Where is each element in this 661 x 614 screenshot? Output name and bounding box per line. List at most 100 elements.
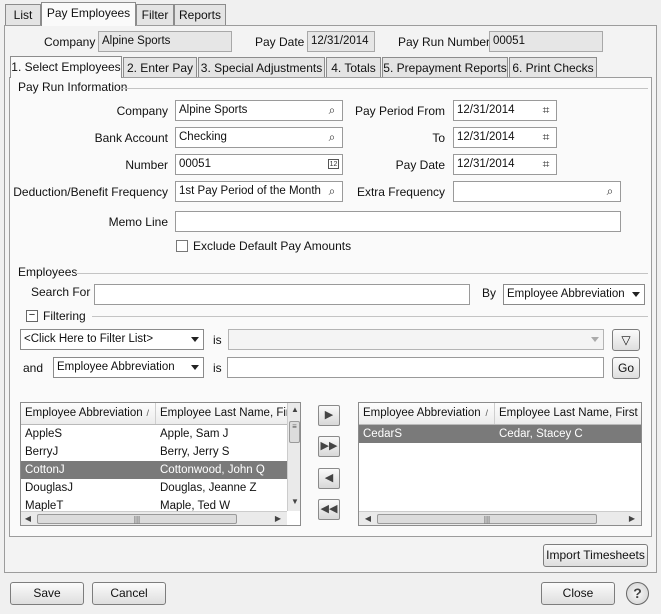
scroll-thumb[interactable]: ||| — [37, 514, 237, 524]
add-all-employees-button[interactable]: ▶▶ — [318, 436, 340, 457]
memo-field[interactable] — [175, 211, 621, 232]
horizontal-scrollbar[interactable]: ◀ ||| ▶ — [21, 511, 287, 525]
memo-label: Memo Line — [108, 215, 168, 229]
tab-list[interactable]: List — [5, 4, 41, 26]
scroll-left-icon[interactable]: ◀ — [21, 512, 35, 525]
number-value: 00051 — [179, 158, 211, 170]
pay-period-from-field[interactable]: 12/31/2014 ⌗ — [453, 100, 557, 121]
step-tab-totals[interactable]: 4. Totals — [326, 57, 381, 77]
add-employee-button[interactable]: ▶ — [318, 405, 340, 426]
tab-pay-employees[interactable]: Pay Employees — [41, 2, 136, 26]
cell-abbrev: BerryJ — [25, 446, 59, 458]
search-by-select[interactable]: Employee Abbreviation — [503, 284, 645, 305]
double-arrow-right-icon: ▶▶ — [320, 440, 338, 452]
funnel-icon: ▽ — [621, 333, 631, 347]
collapse-toggle-icon[interactable]: − — [26, 310, 38, 322]
column-header-abbrev-text: Employee Abbreviation — [25, 407, 143, 419]
filter-value-select[interactable] — [228, 329, 604, 350]
chevron-down-icon — [191, 365, 199, 370]
bank-account-field[interactable]: Checking ⌕ — [175, 127, 343, 148]
frequency-label: Deduction/Benefit Frequency — [13, 185, 168, 199]
table-row-selected[interactable]: CottonJ Cottonwood, John Q — [21, 461, 287, 479]
chevron-down-icon — [191, 337, 199, 342]
exclude-default-checkbox[interactable] — [176, 240, 188, 252]
column-header-abbrev[interactable]: Employee Abbreviation / — [21, 403, 156, 424]
go-button[interactable]: Go — [612, 357, 640, 379]
calendar-icon[interactable]: ⌗ — [539, 103, 553, 117]
pay-date-field[interactable]: 12/31/2014 ⌗ — [453, 154, 557, 175]
and-label: and — [23, 361, 44, 375]
step-tab-print-checks[interactable]: 6. Print Checks — [509, 57, 597, 77]
filter2-field-select[interactable]: Employee Abbreviation — [53, 357, 204, 378]
header-company-field: Alpine Sports — [98, 31, 232, 52]
arrow-right-icon: ▶ — [324, 409, 334, 421]
scroll-thumb[interactable]: ||| — [377, 514, 597, 524]
double-arrow-left-icon: ◀◀ — [320, 503, 338, 515]
selected-employees-grid[interactable]: Employee Abbreviation / Employee Last Na… — [358, 402, 642, 526]
filter-field-select[interactable]: <Click Here to Filter List> — [20, 329, 204, 350]
filter-field-value: <Click Here to Filter List> — [24, 333, 154, 345]
filter2-value-input[interactable] — [227, 357, 604, 378]
scroll-left-icon[interactable]: ◀ — [361, 512, 375, 525]
frequency-value: 1st Pay Period of the Month — [179, 185, 321, 197]
scroll-right-icon[interactable]: ▶ — [271, 512, 285, 525]
number-field[interactable]: 00051 12 — [175, 154, 343, 175]
search-by-value: Employee Abbreviation — [507, 288, 625, 300]
save-button[interactable]: Save — [10, 582, 84, 605]
table-row[interactable]: BerryJ Berry, Jerry S — [21, 443, 287, 461]
chevron-down-icon — [632, 292, 640, 297]
tab-filter[interactable]: Filter — [136, 4, 174, 26]
close-button[interactable]: Close — [541, 582, 615, 605]
table-row-selected[interactable]: CedarS Cedar, Stacey C — [359, 425, 641, 443]
company-field[interactable]: Alpine Sports ⌕ — [175, 100, 343, 121]
search-icon[interactable]: ⌕ — [325, 130, 339, 144]
header-pay-date-label: Pay Date — [255, 35, 305, 49]
company-value: Alpine Sports — [179, 104, 248, 116]
step-tab-prepayment-reports[interactable]: 5. Prepayment Reports — [382, 57, 508, 77]
search-icon[interactable]: ⌕ — [325, 103, 339, 117]
vertical-scrollbar[interactable]: ▲ ≡ ▼ — [287, 403, 300, 511]
horizontal-scrollbar[interactable]: ◀ ||| ▶ — [359, 511, 641, 525]
filtering-divider — [92, 316, 648, 317]
search-for-label: Search For — [31, 285, 91, 299]
calendar-icon[interactable]: 12 — [328, 159, 339, 169]
filter-funnel-button[interactable]: ▽ — [612, 329, 640, 351]
to-date-field[interactable]: 12/31/2014 ⌗ — [453, 127, 557, 148]
import-timesheets-button[interactable]: Import Timesheets — [543, 544, 648, 567]
search-input[interactable] — [94, 284, 470, 305]
tab-reports[interactable]: Reports — [174, 4, 226, 26]
column-header-abbrev[interactable]: Employee Abbreviation / — [359, 403, 495, 424]
cancel-button[interactable]: Cancel — [92, 582, 166, 605]
scroll-up-icon[interactable]: ▲ — [288, 403, 300, 417]
available-employees-grid[interactable]: Employee Abbreviation / Employee Last Na… — [20, 402, 301, 526]
calendar-icon[interactable]: ⌗ — [539, 157, 553, 171]
sort-icon: / — [146, 408, 149, 418]
table-row[interactable]: AppleS Apple, Sam J — [21, 425, 287, 443]
arrow-left-icon: ◀ — [324, 472, 334, 484]
remove-all-employees-button[interactable]: ◀◀ — [318, 499, 340, 520]
cell-name: Apple, Sam J — [160, 428, 229, 440]
help-icon[interactable]: ? — [626, 582, 649, 605]
header-pay-date-field: 12/31/2014 — [307, 31, 375, 52]
search-icon[interactable]: ⌕ — [603, 184, 617, 198]
scroll-down-icon[interactable]: ▼ — [288, 495, 300, 509]
calendar-icon[interactable]: ⌗ — [539, 130, 553, 144]
column-header-last-name[interactable]: Employee Last Name, First Name — [495, 403, 641, 424]
pay-period-from-label: Pay Period From — [354, 104, 445, 118]
scroll-right-icon[interactable]: ▶ — [625, 512, 639, 525]
cell-name: Cedar, Stacey C — [499, 428, 583, 440]
step-tab-select-employees[interactable]: 1. Select Employees — [10, 56, 122, 78]
search-icon[interactable]: ⌕ — [325, 184, 339, 198]
frequency-field[interactable]: 1st Pay Period of the Month ⌕ — [175, 181, 343, 202]
step-tab-enter-pay[interactable]: 2. Enter Pay — [123, 57, 197, 77]
scroll-thumb[interactable]: ≡ — [289, 421, 300, 443]
column-header-last-name[interactable]: Employee Last Name, First Name — [156, 403, 287, 424]
step-tab-special-adjustments[interactable]: 3. Special Adjustments — [198, 57, 325, 77]
cell-name: Douglas, Jeanne Z — [160, 482, 257, 494]
remove-employee-button[interactable]: ◀ — [318, 468, 340, 489]
cell-abbrev: CottonJ — [25, 464, 65, 476]
extra-frequency-field[interactable]: ⌕ — [453, 181, 621, 202]
cell-abbrev: CedarS — [363, 428, 402, 440]
table-row[interactable]: DouglasJ Douglas, Jeanne Z — [21, 479, 287, 497]
number-label: Number — [125, 158, 168, 172]
